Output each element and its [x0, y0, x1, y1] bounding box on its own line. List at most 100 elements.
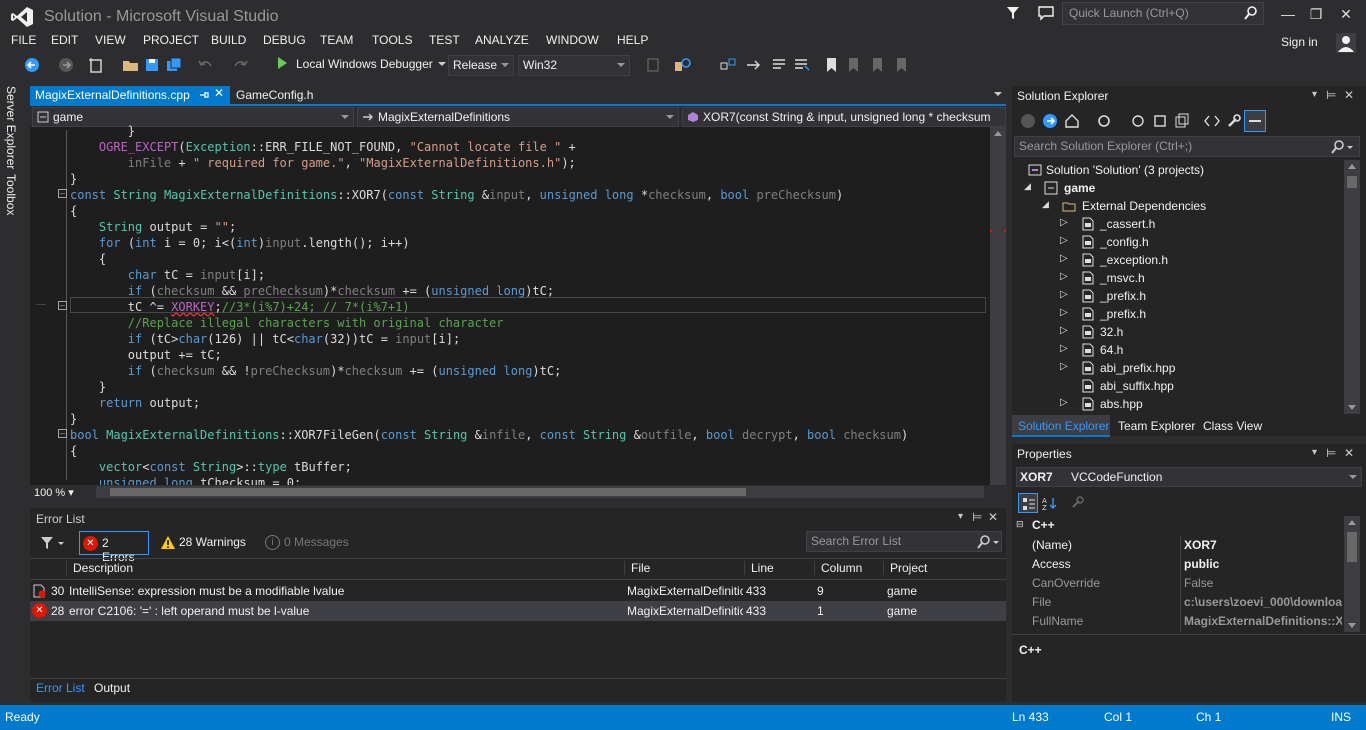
solution-explorer-search-input[interactable]: Search Solution Explorer (Ctrl+;): [1014, 136, 1360, 157]
tree-file[interactable]: abs.hpp: [1100, 397, 1143, 411]
menu-project[interactable]: PROJECT: [143, 33, 199, 47]
search-icon[interactable]: [976, 535, 1000, 549]
menu-help[interactable]: HELP: [617, 33, 648, 47]
solution-configuration-select[interactable]: Release: [448, 55, 514, 76]
column-file[interactable]: File: [624, 561, 650, 575]
scope-navigation-select[interactable]: MagixExternalDefinitions: [357, 107, 679, 127]
scroll-thumb[interactable]: [1347, 532, 1357, 562]
sync-icon[interactable]: [1130, 113, 1146, 129]
menu-build[interactable]: BUILD: [211, 33, 246, 47]
collapsed-arrow-icon[interactable]: ▷: [1060, 253, 1068, 264]
scroll-down-icon[interactable]: [1348, 623, 1356, 628]
solution-platform-select[interactable]: Win32: [518, 55, 630, 76]
tree-file[interactable]: _prefix.h: [1100, 289, 1146, 303]
menu-debug[interactable]: DEBUG: [263, 33, 306, 47]
menu-team[interactable]: TEAM: [320, 33, 353, 47]
close-window-button[interactable]: ✕: [1334, 4, 1358, 24]
menu-file[interactable]: FILE: [11, 33, 36, 47]
open-file-icon[interactable]: [122, 57, 140, 73]
collapsed-arrow-icon[interactable]: ▷: [1060, 325, 1068, 336]
scroll-thumb[interactable]: [992, 147, 1004, 447]
filter-icon[interactable]: [40, 536, 64, 550]
close-panel-icon[interactable]: ✕: [1344, 446, 1354, 460]
tree-solution[interactable]: Solution 'Solution' (3 projects): [1046, 163, 1204, 177]
scroll-up-icon[interactable]: [1348, 164, 1356, 169]
expanded-arrow-icon[interactable]: ◢: [1042, 199, 1049, 210]
collapsed-arrow-icon[interactable]: ▷: [1060, 307, 1068, 318]
comment-out-icon[interactable]: [771, 57, 789, 73]
scroll-down-icon[interactable]: [1348, 405, 1356, 410]
errors-filter-button[interactable]: ✕ 2 Errors: [79, 531, 149, 564]
tab-class-view[interactable]: Class View: [1203, 419, 1262, 433]
clear-bookmarks-icon[interactable]: [893, 57, 911, 73]
undo-icon[interactable]: [197, 57, 215, 73]
horizontal-scroll-thumb[interactable]: [110, 488, 746, 496]
column-project[interactable]: Project: [883, 561, 927, 575]
scroll-up-icon[interactable]: [994, 131, 1002, 136]
bookmark-icon[interactable]: [823, 57, 841, 73]
class-view-icon[interactable]: [719, 57, 737, 73]
menu-view[interactable]: VIEW: [95, 33, 126, 47]
menu-tools[interactable]: TOOLS: [372, 33, 412, 47]
scroll-thumb[interactable]: [1347, 176, 1357, 188]
uncomment-icon[interactable]: [793, 57, 811, 73]
tab-team-explorer[interactable]: Team Explorer: [1118, 419, 1195, 433]
scroll-up-icon[interactable]: [1348, 520, 1356, 525]
toolbox-tab[interactable]: Toolbox: [4, 174, 18, 215]
quick-launch-input[interactable]: Quick Launch (Ctrl+Q): [1062, 2, 1264, 25]
menu-edit[interactable]: EDIT: [51, 33, 78, 47]
search-icon[interactable]: [1244, 6, 1258, 20]
tree-file[interactable]: abi_prefix.hpp: [1100, 361, 1175, 375]
back-icon[interactable]: [1020, 113, 1036, 129]
collapsed-arrow-icon[interactable]: ▷: [1060, 271, 1068, 282]
property-pages-icon[interactable]: [1070, 496, 1084, 510]
save-icon[interactable]: [144, 57, 162, 73]
tree-file[interactable]: _exception.h: [1100, 253, 1168, 267]
preview-selected-button[interactable]: [1244, 110, 1266, 132]
warnings-filter-button[interactable]: 28 Warnings: [157, 531, 250, 555]
chevron-down-icon[interactable]: [994, 92, 1002, 96]
tree-project[interactable]: game: [1064, 181, 1095, 195]
tree-folder[interactable]: External Dependencies: [1082, 199, 1206, 213]
menu-analyze[interactable]: ANALYZE: [475, 33, 529, 47]
collapse-toggle-icon[interactable]: –: [58, 429, 67, 438]
collapsed-arrow-icon[interactable]: ▷: [1060, 397, 1068, 408]
tree-file[interactable]: abi_suffix.hpp: [1100, 379, 1174, 393]
tree-file[interactable]: 32.h: [1100, 325, 1123, 339]
show-all-files-icon[interactable]: [1174, 113, 1190, 129]
properties-object-select[interactable]: XOR7 VCCodeFunction: [1016, 467, 1362, 487]
menu-window[interactable]: WINDOW: [546, 33, 599, 47]
close-panel-icon[interactable]: ✕: [1344, 88, 1354, 102]
tab-output[interactable]: Output: [94, 681, 130, 695]
pin-icon[interactable]: ⊨: [1326, 446, 1336, 460]
forward-icon[interactable]: [1042, 113, 1058, 129]
alphabetical-icon[interactable]: AZ: [1042, 496, 1058, 510]
close-panel-icon[interactable]: ✕: [988, 510, 998, 524]
server-explorer-tab[interactable]: Server Explorer: [4, 86, 18, 169]
tree-file[interactable]: 64.h: [1100, 343, 1123, 357]
editor-vertical-scrollbar[interactable]: [990, 127, 1006, 485]
tab-gameconfig-h[interactable]: GameConfig.h: [236, 88, 313, 102]
messages-filter-button[interactable]: i 0 Messages: [262, 531, 353, 555]
navigate-back-icon[interactable]: [24, 57, 42, 73]
tree-file[interactable]: _msvc.h: [1100, 271, 1145, 285]
column-line[interactable]: Line: [744, 561, 774, 575]
collapsed-arrow-icon[interactable]: ▷: [1060, 217, 1068, 228]
solution-explorer-scrollbar[interactable]: [1344, 160, 1360, 414]
pin-icon[interactable]: [198, 89, 210, 101]
close-tab-icon[interactable]: ✕: [214, 86, 224, 100]
collapse-toggle-icon[interactable]: –: [58, 189, 67, 198]
collapsed-arrow-icon[interactable]: ▷: [1060, 343, 1068, 354]
menu-test[interactable]: TEST: [429, 33, 460, 47]
tree-file[interactable]: _config.h: [1100, 235, 1149, 249]
column-description[interactable]: Description: [66, 561, 626, 575]
expanded-arrow-icon[interactable]: ◢: [1024, 181, 1031, 192]
properties-wrench-icon[interactable]: [1226, 113, 1242, 129]
collapse-category-icon[interactable]: ⊟: [1016, 519, 1024, 530]
pin-icon[interactable]: ⊨: [972, 510, 982, 524]
properties-scrollbar[interactable]: [1344, 516, 1360, 632]
collapsed-arrow-icon[interactable]: ▷: [1060, 361, 1068, 372]
zoom-level[interactable]: 100 % ▾: [34, 486, 74, 499]
collapse-toggle-icon[interactable]: –: [58, 301, 67, 310]
tree-file[interactable]: _prefix.h: [1100, 307, 1146, 321]
